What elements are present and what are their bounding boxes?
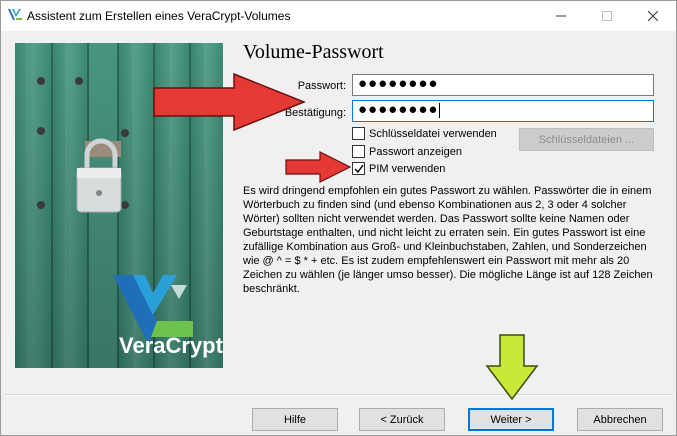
wizard-side-image: VeraCrypt [15,43,223,368]
text-caret [439,102,441,118]
title-bar[interactable]: Assistent zum Erstellen eines VeraCrypt-… [1,1,676,31]
pim-checkbox-box[interactable] [352,162,365,175]
password-field[interactable]: ●●●●●●●● [352,74,654,96]
minimize-button[interactable] [538,1,584,31]
maximize-button[interactable] [584,1,630,31]
checkmark-icon [354,164,364,174]
maximize-icon [602,11,612,21]
veracrypt-app-icon [7,8,23,22]
password-label: Passwort: [297,80,346,92]
close-button[interactable] [630,1,676,31]
confirm-label: Bestätigung: [284,107,346,119]
pim-checkbox-label: PIM verwenden [369,162,446,175]
keyfile-checkbox[interactable]: Schlüsseldatei verwenden [352,126,497,141]
close-icon [648,11,658,21]
page-title: Volume-Passwort [243,41,384,63]
show-password-checkbox[interactable]: Passwort anzeigen [352,144,462,159]
password-value: ●●●●●●●● [358,75,439,92]
next-button[interactable]: Weiter > [468,408,554,431]
back-button[interactable]: < Zurück [359,408,445,431]
confirm-password-field[interactable]: ●●●●●●●● [352,100,654,122]
password-info-text: Es wird dringend empfohlen ein gutes Pas… [243,185,653,295]
veracrypt-logo-text: VeraCrypt [119,333,223,358]
show-password-checkbox-label: Passwort anzeigen [369,145,462,158]
keyfiles-button[interactable]: Schlüsseldateien ... [519,128,654,151]
wizard-window: Assistent zum Erstellen eines VeraCrypt-… [0,0,677,436]
help-button[interactable]: Hilfe [252,408,338,431]
pim-checkbox[interactable]: PIM verwenden [352,161,445,176]
confirm-password-value: ●●●●●●●● [358,101,439,118]
keyfile-checkbox-label: Schlüsseldatei verwenden [369,127,497,140]
cancel-button[interactable]: Abbrechen [577,408,663,431]
minimize-icon [556,15,566,17]
footer-divider-highlight [5,395,673,396]
keyfile-checkbox-box[interactable] [352,127,365,140]
show-password-checkbox-box[interactable] [352,145,365,158]
window-title: Assistent zum Erstellen eines VeraCrypt-… [27,9,291,23]
